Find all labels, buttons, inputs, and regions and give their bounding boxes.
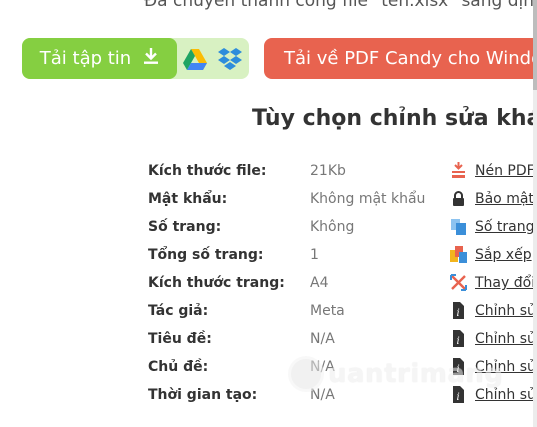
property-label: Tổng số trang: bbox=[148, 247, 264, 263]
property-value: A4 bbox=[310, 275, 329, 291]
pdfcandy-windows-button[interactable]: Tải về PDF Candy cho Windows bbox=[264, 38, 537, 79]
property-label: Kích thước file: bbox=[148, 163, 267, 179]
dropbox-icon[interactable] bbox=[218, 47, 242, 75]
download-button[interactable]: Tải tập tin bbox=[22, 38, 177, 79]
svg-text:i: i bbox=[457, 336, 460, 347]
property-label: Thời gian tạo: bbox=[148, 387, 258, 403]
property-value: N/A bbox=[310, 331, 335, 347]
property-row-total-pages: Tổng số trang: 1 Sắp xếp bbox=[0, 241, 537, 269]
property-label: Số trang: bbox=[148, 219, 222, 235]
scrollbar-thumb[interactable] bbox=[533, 0, 537, 90]
property-row-author: Tác giả: Meta i Chỉnh sửa bbox=[0, 297, 537, 325]
download-label: Tải tập tin bbox=[39, 48, 132, 69]
change-page-size-link[interactable]: Thay đổi bbox=[475, 275, 535, 291]
arrange-pages-link[interactable]: Sắp xếp bbox=[475, 247, 532, 263]
download-group: Tải tập tin bbox=[22, 38, 249, 79]
arrange-pages-icon bbox=[450, 246, 467, 263]
resize-icon bbox=[450, 274, 467, 291]
watermark-text: uantrimang bbox=[328, 359, 504, 389]
property-value: Không mật khẩu bbox=[310, 191, 426, 207]
svg-text:i: i bbox=[457, 308, 460, 319]
property-value: 21Kb bbox=[310, 163, 346, 179]
edit-info-icon: i bbox=[450, 330, 467, 347]
protect-pdf-link[interactable]: Bảo mật bbox=[475, 191, 534, 207]
property-label: Kích thước trang: bbox=[148, 275, 285, 291]
download-icon bbox=[143, 47, 159, 70]
google-drive-icon[interactable] bbox=[183, 49, 207, 74]
property-label: Tác giả: bbox=[148, 303, 209, 319]
svg-text:i: i bbox=[457, 392, 460, 403]
top-note: Đã chuyển thành công file "ten.xlsx" san… bbox=[144, 0, 537, 11]
options-heading: Tùy chọn chỉnh sửa khác bbox=[252, 106, 537, 131]
property-row-page-numbers: Số trang: Không Số trang bbox=[0, 213, 537, 241]
property-row-page-size: Kích thước trang: A4 Thay đổi bbox=[0, 269, 537, 297]
edit-author-link[interactable]: Chỉnh sửa bbox=[475, 303, 537, 319]
property-label: Mật khẩu: bbox=[148, 191, 228, 207]
property-row-password: Mật khẩu: Không mật khẩu Bảo mật bbox=[0, 185, 537, 213]
watermark: uantrimang bbox=[288, 356, 504, 392]
property-row-title: Tiêu đề: N/A i Chỉnh sửa bbox=[0, 325, 537, 353]
compress-icon bbox=[450, 162, 467, 179]
page-numbers-icon bbox=[450, 218, 467, 235]
edit-title-link[interactable]: Chỉnh sửa bbox=[475, 331, 537, 347]
lock-icon bbox=[450, 190, 467, 207]
property-label: Chủ đề: bbox=[148, 359, 209, 375]
property-value: Meta bbox=[310, 303, 345, 319]
property-label: Tiêu đề: bbox=[148, 331, 212, 347]
property-row-file-size: Kích thước file: 21Kb Nén PDF bbox=[0, 157, 537, 185]
scrollbar[interactable] bbox=[533, 0, 537, 427]
property-value: 1 bbox=[310, 247, 319, 263]
edit-info-icon: i bbox=[450, 302, 467, 319]
watermark-logo bbox=[288, 356, 324, 392]
page-numbers-link[interactable]: Số trang bbox=[475, 219, 535, 235]
compress-pdf-link[interactable]: Nén PDF bbox=[475, 163, 535, 179]
property-value: Không bbox=[310, 219, 355, 235]
